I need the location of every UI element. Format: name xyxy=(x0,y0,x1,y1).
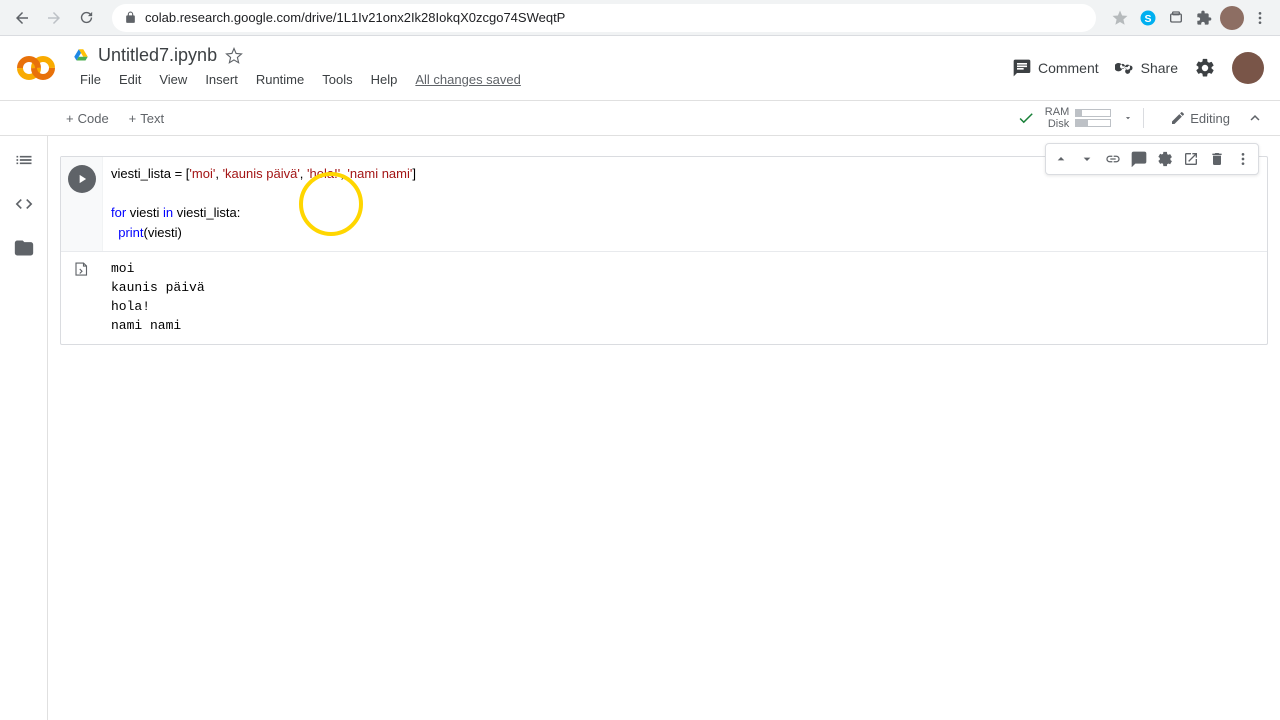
share-button[interactable]: Share xyxy=(1115,58,1178,78)
browser-profile-avatar[interactable] xyxy=(1220,6,1244,30)
runtime-dropdown[interactable] xyxy=(1119,109,1137,127)
colab-logo[interactable] xyxy=(16,48,56,88)
user-avatar[interactable] xyxy=(1232,52,1264,84)
notebook-title[interactable]: Untitled7.ipynb xyxy=(98,45,217,66)
gear-icon xyxy=(1194,57,1216,79)
menu-runtime[interactable]: Runtime xyxy=(248,68,312,91)
settings-button[interactable] xyxy=(1194,57,1216,79)
pencil-icon xyxy=(1170,110,1186,126)
disk-bar xyxy=(1075,119,1111,127)
svg-text:S: S xyxy=(1144,12,1151,24)
arrow-left-icon xyxy=(13,9,31,27)
code-snippets-button[interactable] xyxy=(12,192,36,216)
plus-icon: + xyxy=(129,111,137,126)
menu-bar: File Edit View Insert Runtime Tools Help… xyxy=(72,68,1012,91)
check-icon xyxy=(1017,109,1035,127)
toc-button[interactable] xyxy=(12,148,36,172)
menu-help[interactable]: Help xyxy=(363,68,406,91)
more-button[interactable] xyxy=(1230,146,1256,172)
star-button[interactable] xyxy=(225,47,243,65)
lock-icon xyxy=(124,11,137,24)
colab-header: Untitled7.ipynb File Edit View Insert Ru… xyxy=(0,36,1280,100)
add-code-button[interactable]: + Code xyxy=(56,107,119,130)
menu-edit[interactable]: Edit xyxy=(111,68,149,91)
menu-view[interactable]: View xyxy=(151,68,195,91)
plus-icon: + xyxy=(66,111,74,126)
share-label: Share xyxy=(1141,60,1178,76)
extensions-puzzle-icon[interactable] xyxy=(1192,6,1216,30)
skype-extension-icon[interactable]: S xyxy=(1136,6,1160,30)
toolbar: + Code + Text RAM Disk Editing xyxy=(0,100,1280,136)
menu-insert[interactable]: Insert xyxy=(197,68,246,91)
share-icon xyxy=(1115,58,1135,78)
browser-menu-button[interactable] xyxy=(1248,6,1272,30)
resource-indicator[interactable]: RAM Disk xyxy=(1017,106,1111,130)
drive-icon xyxy=(72,47,90,65)
notebook-content: viesti_lista = ['moi', 'kaunis päivä', '… xyxy=(48,136,1280,720)
menu-file[interactable]: File xyxy=(72,68,109,91)
cell-settings-button[interactable] xyxy=(1152,146,1178,172)
move-down-button[interactable] xyxy=(1074,146,1100,172)
mirror-button[interactable] xyxy=(1178,146,1204,172)
comment-icon xyxy=(1012,58,1032,78)
menu-tools[interactable]: Tools xyxy=(314,68,360,91)
cell-comment-button[interactable] xyxy=(1126,146,1152,172)
files-button[interactable] xyxy=(12,236,36,260)
disk-label: Disk xyxy=(1048,118,1069,130)
add-text-label: Text xyxy=(140,111,164,126)
move-up-button[interactable] xyxy=(1048,146,1074,172)
editing-label: Editing xyxy=(1190,111,1230,126)
forward-button[interactable] xyxy=(40,4,68,32)
delete-button[interactable] xyxy=(1204,146,1230,172)
extension-icon[interactable] xyxy=(1164,6,1188,30)
reload-button[interactable] xyxy=(72,4,100,32)
cell-toolbar xyxy=(1045,143,1259,175)
browser-toolbar: colab.research.google.com/drive/1L1Iv21o… xyxy=(0,0,1280,36)
output-indicator[interactable] xyxy=(73,260,91,343)
add-text-button[interactable]: + Text xyxy=(119,107,174,130)
ram-bar xyxy=(1075,109,1111,117)
bookmark-star-button[interactable] xyxy=(1108,6,1132,30)
collapse-button[interactable] xyxy=(1238,105,1272,131)
editing-mode-button[interactable]: Editing xyxy=(1162,106,1238,130)
reload-icon xyxy=(78,9,95,26)
back-button[interactable] xyxy=(8,4,36,32)
address-bar[interactable]: colab.research.google.com/drive/1L1Iv21o… xyxy=(112,4,1096,32)
comment-button[interactable]: Comment xyxy=(1012,58,1099,78)
run-button[interactable] xyxy=(68,165,96,193)
ram-label: RAM xyxy=(1045,106,1069,118)
add-code-label: Code xyxy=(78,111,109,126)
play-icon xyxy=(75,172,89,186)
url-text: colab.research.google.com/drive/1L1Iv21o… xyxy=(145,10,565,25)
comment-label: Comment xyxy=(1038,60,1099,76)
cell-output: moi kaunis päivä hola! nami nami xyxy=(103,252,1267,343)
link-button[interactable] xyxy=(1100,146,1126,172)
arrow-right-icon xyxy=(45,9,63,27)
code-cell[interactable]: viesti_lista = ['moi', 'kaunis päivä', '… xyxy=(60,156,1268,345)
left-sidebar xyxy=(0,136,48,720)
saved-status[interactable]: All changes saved xyxy=(407,68,529,91)
